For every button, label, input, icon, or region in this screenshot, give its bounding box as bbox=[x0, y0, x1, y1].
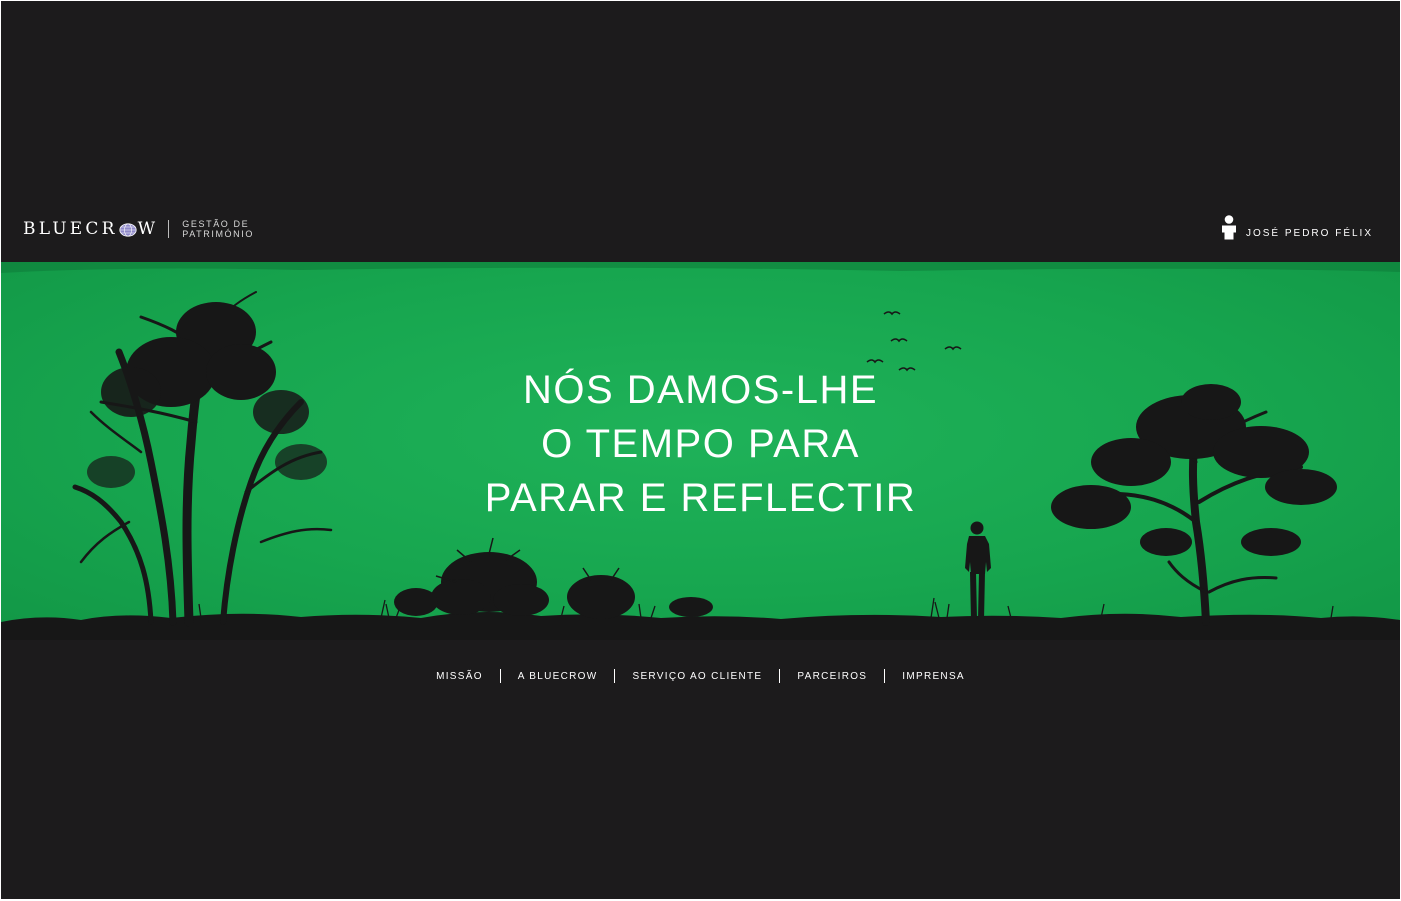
brand-logo[interactable]: BLUECR W GESTÃO DE PATRIMÓNIO bbox=[23, 219, 254, 239]
nav-item-a-bluecrow[interactable]: A BLUECROW bbox=[501, 671, 615, 682]
logo-divider bbox=[168, 220, 170, 238]
nav-item-parceiros[interactable]: PARCEIROS bbox=[780, 671, 884, 682]
user-icon bbox=[1221, 215, 1236, 240]
brand-wordmark: BLUECR W bbox=[23, 219, 158, 239]
hero-headline-line3: PARAR E REFLECTIR bbox=[484, 476, 917, 520]
main-nav: MISSÃO A BLUECROW SERVIÇO AO CLIENTE PAR… bbox=[1, 669, 1400, 683]
hero-headline-line2: O TEMPO PARA bbox=[541, 422, 860, 466]
globe-icon bbox=[119, 222, 137, 237]
nav-item-servico-ao-cliente[interactable]: SERVIÇO AO CLIENTE bbox=[615, 671, 779, 682]
nav-item-missao[interactable]: MISSÃO bbox=[419, 671, 500, 682]
page-frame: BLUECR W GESTÃO DE PATRIMÓNIO JOSÉ PEDRO bbox=[1, 1, 1400, 899]
nav-item-imprensa[interactable]: IMPRENSA bbox=[885, 671, 982, 682]
brand-subtitle-line2: PATRIMÓNIO bbox=[182, 229, 254, 239]
user-name: JOSÉ PEDRO FÉLIX bbox=[1245, 228, 1373, 239]
user-account-link[interactable]: JOSÉ PEDRO FÉLIX bbox=[1221, 215, 1373, 240]
hero-headline-line1: NÓS DAMOS-LHE bbox=[522, 368, 879, 412]
brand-subtitle: GESTÃO DE PATRIMÓNIO bbox=[182, 219, 254, 239]
hero-banner: NÓS DAMOS-LHE O TEMPO PARA PARAR E REFLE… bbox=[1, 262, 1400, 640]
hero-headline: NÓS DAMOS-LHE O TEMPO PARA PARAR E REFLE… bbox=[1, 363, 1400, 525]
brand-name-part1: BLUECR bbox=[23, 219, 118, 239]
brand-name-part2: W bbox=[137, 219, 159, 239]
brand-subtitle-line1: GESTÃO DE bbox=[182, 219, 250, 229]
